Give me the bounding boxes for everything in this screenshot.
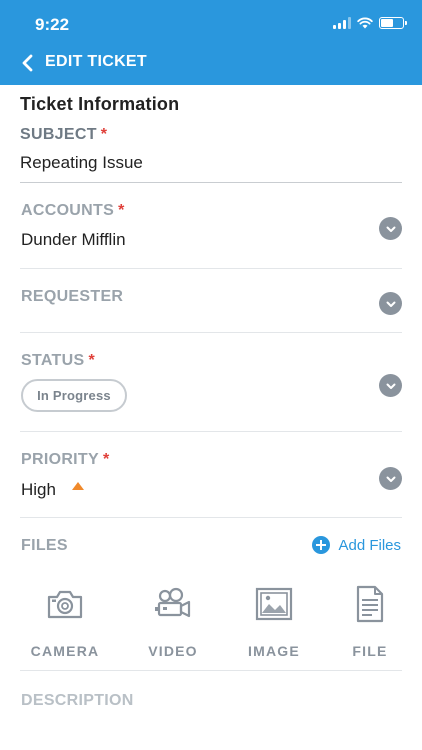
priority-label: PRIORITY * — [21, 451, 110, 468]
priority-chevron-down-icon[interactable] — [379, 467, 402, 490]
divider — [20, 670, 402, 671]
file-icon — [356, 585, 384, 623]
image-label: IMAGE — [248, 643, 300, 659]
status-bar: 9:22 — [0, 0, 422, 46]
add-files-button[interactable]: Add Files — [312, 536, 401, 554]
video-camera-icon — [155, 587, 191, 618]
status-badge[interactable]: In Progress — [21, 379, 127, 412]
image-icon — [255, 587, 293, 621]
accounts-chevron-down-icon[interactable] — [379, 217, 402, 240]
camera-icon — [47, 590, 83, 619]
file-label: FILE — [352, 643, 388, 659]
image-button[interactable]: IMAGE — [229, 584, 319, 659]
requester-label: REQUESTER — [21, 288, 124, 305]
app-header: 9:22 EDIT TICKET — [0, 0, 422, 85]
accounts-value[interactable]: Dunder Mifflin — [21, 230, 126, 250]
file-button[interactable]: FILE — [325, 584, 415, 659]
priority-value[interactable]: High — [21, 480, 56, 500]
back-chevron-icon[interactable] — [20, 52, 36, 74]
video-button[interactable]: VIDEO — [128, 584, 218, 659]
divider — [20, 431, 402, 432]
status-label: STATUS * — [21, 352, 95, 369]
status-icons — [333, 17, 407, 29]
divider — [20, 268, 402, 269]
video-label: VIDEO — [148, 643, 198, 659]
battery-icon — [379, 17, 407, 29]
wifi-icon — [357, 17, 373, 29]
required-asterisk: * — [118, 202, 125, 219]
status-time: 9:22 — [35, 15, 70, 34]
page-title: EDIT TICKET — [45, 53, 147, 70]
status-chevron-down-icon[interactable] — [379, 374, 402, 397]
subject-label: SUBJECT * — [20, 126, 108, 143]
signal-icon — [333, 17, 351, 29]
nav-bar: EDIT TICKET — [0, 46, 422, 85]
subject-field[interactable]: Repeating Issue — [20, 153, 143, 173]
camera-label: CAMERA — [30, 643, 100, 659]
section-title: Ticket Information — [20, 94, 180, 114]
divider — [20, 332, 402, 333]
required-asterisk: * — [88, 352, 95, 369]
triangle-up-icon — [72, 482, 84, 490]
files-label: FILES — [21, 537, 68, 554]
camera-button[interactable]: CAMERA — [20, 584, 110, 659]
required-asterisk: * — [100, 126, 108, 143]
accounts-label: ACCOUNTS * — [21, 202, 125, 219]
divider — [20, 182, 402, 183]
requester-chevron-down-icon[interactable] — [379, 292, 402, 315]
description-label: DESCRIPTION — [21, 692, 134, 709]
plus-circle-icon — [312, 536, 331, 554]
divider — [20, 517, 402, 518]
add-files-label: Add Files — [338, 536, 401, 554]
required-asterisk: * — [102, 451, 110, 468]
